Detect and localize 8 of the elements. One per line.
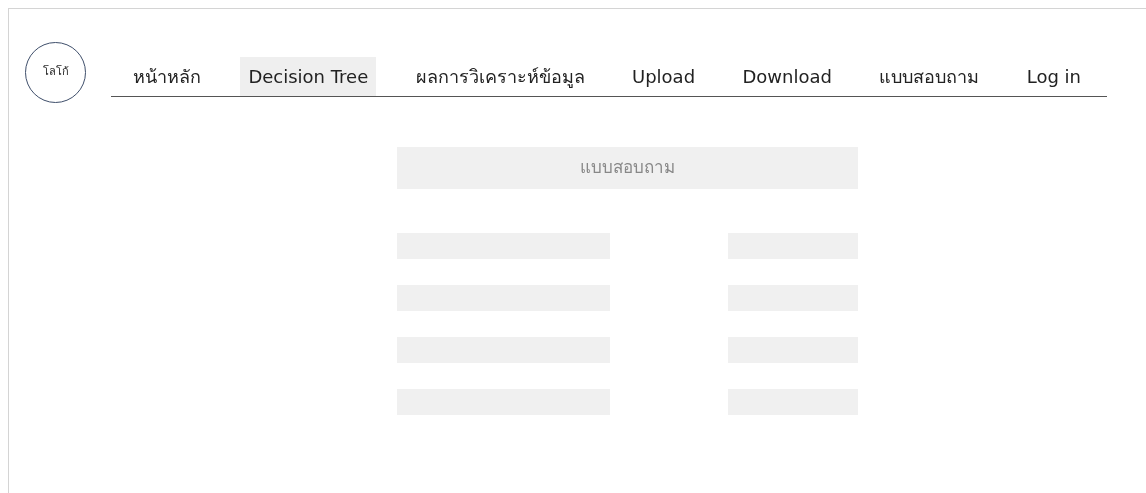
- nav-link[interactable]: Upload: [624, 56, 704, 96]
- nav-link[interactable]: หน้าหลัก: [125, 56, 209, 96]
- nav-link[interactable]: Decision Tree: [240, 56, 377, 96]
- form-title: แบบสอบถาม: [397, 147, 858, 189]
- nav-link[interactable]: Log in: [1018, 56, 1089, 96]
- nav-link[interactable]: แบบสอบถาม: [871, 56, 988, 96]
- nav-link[interactable]: Download: [734, 56, 840, 96]
- nav-link[interactable]: ผลการวิเคราะห์ข้อมูล: [407, 56, 593, 96]
